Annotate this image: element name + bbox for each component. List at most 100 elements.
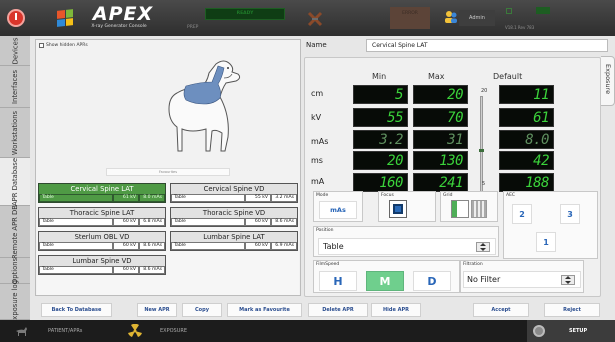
apr-item[interactable]: Cervical Spine LAT Table 61 kV 8.0 mAs — [38, 183, 166, 203]
mas-max-display[interactable]: 31 — [413, 130, 468, 149]
dog-anatomy-diagram[interactable] — [146, 56, 256, 160]
apr-item[interactable]: Cervical Spine VD Table 55 kV 3.2 mAs — [170, 183, 298, 203]
delete-apr-button[interactable]: Delete APR — [308, 303, 368, 317]
favourites-bar[interactable]: Favourites — [106, 168, 230, 176]
filmspeed-h-button[interactable]: H — [319, 271, 357, 291]
col-max: Max — [428, 72, 445, 81]
show-hidden-label: Show hidden APRs — [46, 43, 88, 48]
cm-min-display[interactable]: 5 — [353, 85, 408, 104]
name-field[interactable]: Cervical Spine LAT — [366, 39, 608, 52]
tab-exposure-footer[interactable]: EXPOSURE — [160, 320, 187, 342]
accept-button[interactable]: Accept — [473, 303, 529, 317]
apr-name: Lumbar Spine VD — [72, 257, 132, 265]
filmspeed-d-button[interactable]: D — [413, 271, 451, 291]
spinner-icon[interactable] — [561, 275, 575, 285]
top-bar: APEX X-ray Generator Console PREP READY … — [0, 0, 615, 36]
tab-exposure-log[interactable]: Exposure log — [0, 280, 30, 324]
tab-label: Devices — [10, 37, 19, 64]
kv-default-display[interactable]: 61 — [499, 108, 554, 127]
grid-out-icon[interactable] — [471, 200, 487, 218]
aec-label: AEC — [506, 193, 516, 198]
apr-name: Cervical Spine VD — [203, 185, 265, 193]
spinner-icon[interactable] — [476, 242, 490, 252]
copy-button[interactable]: Copy — [182, 303, 222, 317]
mas-min-display[interactable]: 3.2 — [353, 130, 408, 149]
filmspeed-m-button[interactable]: M — [366, 271, 404, 291]
tab-label: Interfaces — [11, 69, 20, 104]
filtration-select[interactable]: No Filter — [463, 271, 581, 288]
apr-browser: Show hidden APRs Favourites Cervical Spi… — [35, 39, 301, 296]
kv-min-display[interactable]: 55 — [353, 108, 408, 127]
tab-exposure[interactable]: Exposure — [601, 56, 615, 106]
power-icon[interactable] — [7, 9, 25, 27]
cm-max-display[interactable]: 20 — [413, 85, 468, 104]
grid-in-icon[interactable] — [451, 200, 469, 218]
checkbox-icon[interactable] — [39, 43, 44, 48]
mas-default-display[interactable]: 8.0 — [499, 130, 554, 149]
col-min: Min — [372, 72, 387, 81]
ma-max-display[interactable]: 241 — [413, 173, 468, 192]
slider-max-label: 20 — [481, 88, 488, 94]
apr-item[interactable]: Lumbar Spine VD Table 60 kV 8.6 mAs — [38, 255, 166, 275]
ms-min-display[interactable]: 20 — [353, 151, 408, 170]
slider-handle[interactable] — [479, 149, 484, 152]
tab-patient-aprs[interactable]: PATIENT/APRs — [48, 320, 82, 342]
focus-large-icon[interactable] — [389, 200, 407, 218]
mode-label: Mode — [316, 193, 329, 198]
apr-mas: 8.6 mAs — [139, 242, 165, 250]
footer-bar: PATIENT/APRs EXPOSURE SETUP — [0, 320, 615, 342]
tab-apr-database[interactable]: APR Database — [0, 157, 30, 206]
grid-label: Grid — [443, 193, 453, 198]
new-apr-button[interactable]: New APR — [137, 303, 177, 317]
position-value: Table — [323, 242, 344, 251]
aec-field-2-button[interactable]: 2 — [512, 204, 532, 224]
apr-kv: 61 kV — [113, 194, 139, 202]
row-label-ms: ms — [311, 156, 323, 165]
apr-name: Thoracic Spine VD — [202, 209, 266, 217]
tab-workstations[interactable]: Workstations — [0, 108, 30, 158]
tab-remote-apr-db[interactable]: Remote APR DB — [0, 205, 30, 258]
position-box: Position Table — [313, 226, 499, 257]
status-bar-indicator — [536, 7, 550, 14]
main-panel: Show hidden APRs Favourites Cervical Spi… — [30, 36, 615, 320]
tab-interfaces[interactable]: Interfaces — [0, 66, 30, 108]
filtration-value: No Filter — [467, 275, 501, 284]
users-icon — [445, 11, 457, 23]
reject-button[interactable]: Reject — [544, 303, 600, 317]
position-select[interactable]: Table — [318, 238, 496, 255]
mark-favourite-button[interactable]: Mark as Favourite — [227, 303, 302, 317]
hide-apr-button[interactable]: Hide APR — [371, 303, 421, 317]
windows-icon[interactable] — [57, 9, 73, 27]
cm-default-display[interactable]: 11 — [499, 85, 554, 104]
apr-item[interactable]: Thoracic Spine VD Table 60 kV 8.6 mAs — [170, 207, 298, 227]
setup-button[interactable]: SETUP — [527, 320, 615, 342]
name-label: Name — [306, 41, 327, 49]
ma-min-display[interactable]: 160 — [353, 173, 408, 192]
ms-max-display[interactable]: 130 — [413, 151, 468, 170]
ma-default-display[interactable]: 188 — [499, 173, 554, 192]
filtration-label: Filtration — [463, 262, 483, 267]
apr-mas: 6.9 mAs — [271, 242, 297, 250]
aec-field-3-button[interactable]: 3 — [560, 204, 580, 224]
row-label-ma: mA — [311, 177, 325, 186]
dog-icon — [16, 327, 27, 336]
apr-item[interactable]: Thoracic Spine LAT Table 60 kV 6.8 mAs — [38, 207, 166, 227]
apr-position: Table — [39, 194, 113, 202]
slider-min-label: 5 — [482, 181, 486, 187]
brand-logo: APEX X-ray Generator Console — [91, 4, 154, 29]
col-default: Default — [493, 72, 523, 81]
user-button[interactable]: Admin — [459, 10, 495, 26]
mode-mas-button[interactable]: mAs — [319, 201, 357, 219]
aec-box: AEC 2 3 1 — [503, 191, 598, 259]
aec-field-1-button[interactable]: 1 — [536, 232, 556, 252]
gear-icon — [533, 325, 545, 337]
apr-item[interactable]: Lumbar Spine LAT Table 60 kV 6.9 mAs — [170, 231, 298, 251]
kv-max-display[interactable]: 70 — [413, 108, 468, 127]
apr-item[interactable]: Sterlum OBL VD Table 60 kV 8.6 mAs — [38, 231, 166, 251]
show-hidden-checkbox[interactable]: Show hidden APRs — [39, 43, 88, 48]
back-to-database-button[interactable]: Back To Database — [41, 303, 112, 317]
apr-kv: 60 kV — [245, 242, 271, 250]
ms-default-display[interactable]: 42 — [499, 151, 554, 170]
mode-box: Mode mAs — [313, 191, 363, 222]
tab-devices[interactable]: Devices — [0, 36, 30, 66]
